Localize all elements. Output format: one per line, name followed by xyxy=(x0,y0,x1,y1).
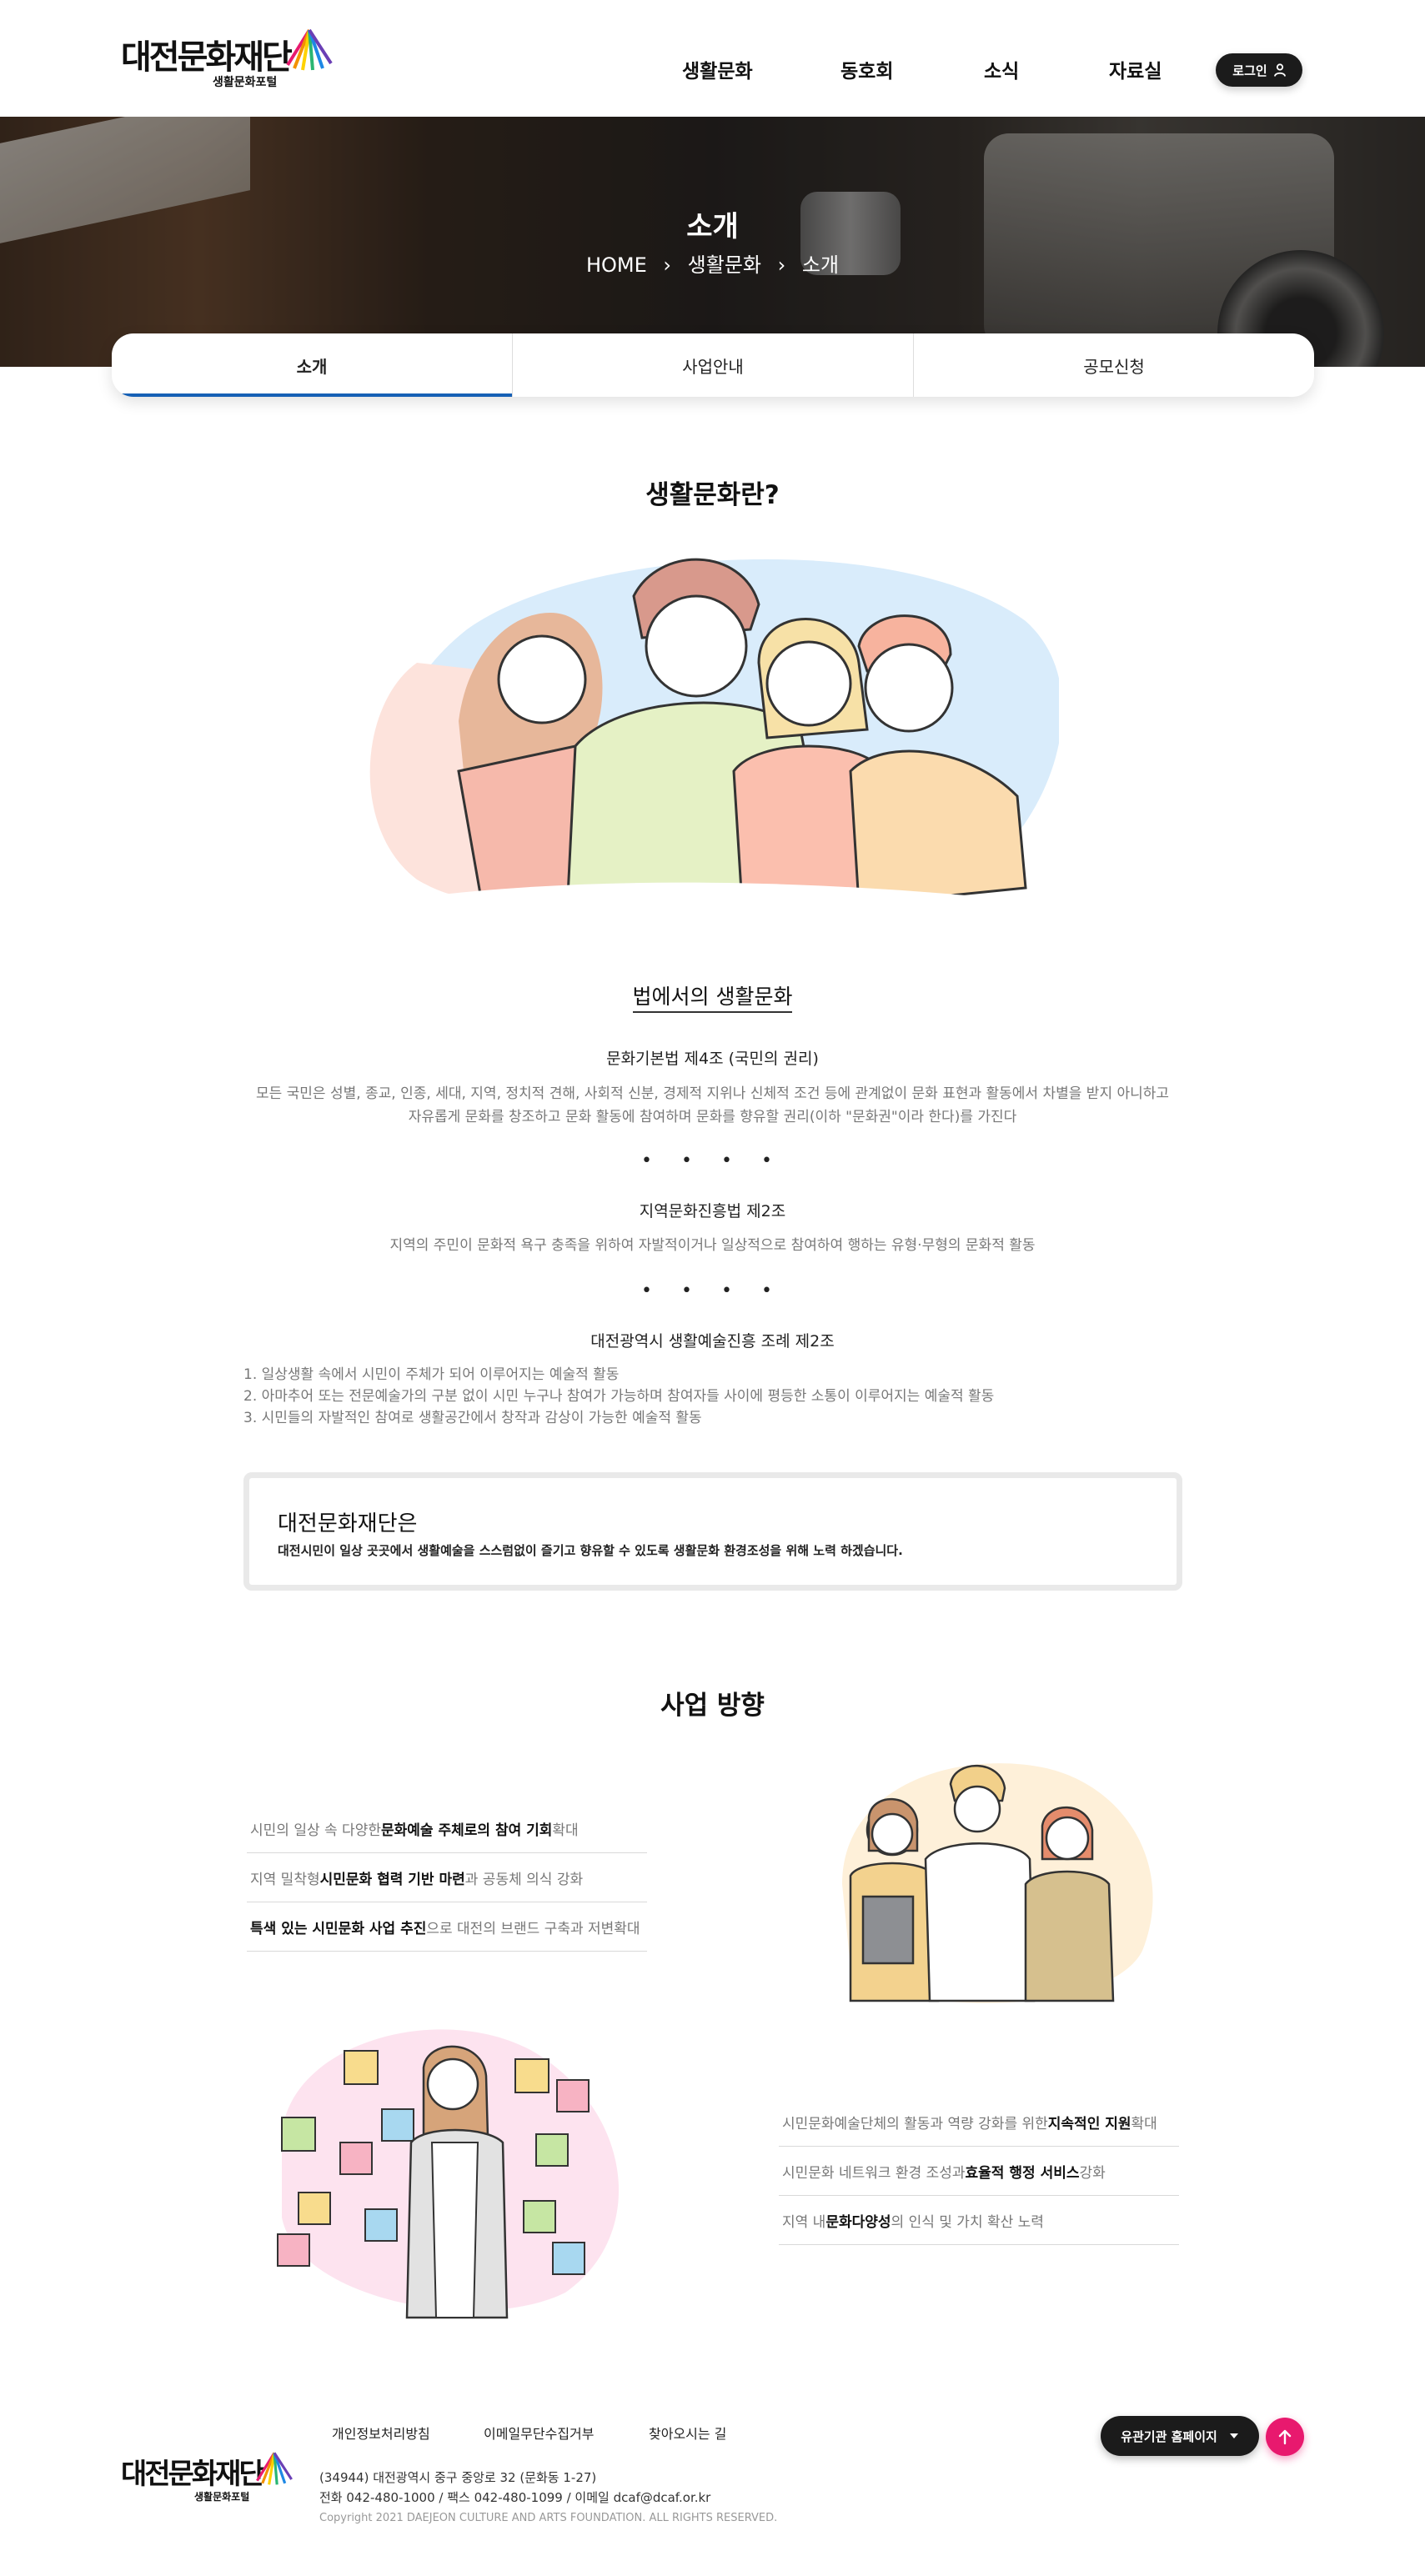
footer-info: (34944) 대전광역시 중구 중앙로 32 (문화동 1-27) 전화 04… xyxy=(319,2468,710,2508)
arrow-up-icon xyxy=(1278,2429,1292,2445)
section-title-direction: 사업 방향 xyxy=(660,1691,765,1721)
direction-item-emphasis: 특색 있는 시민문화 사업 추진 xyxy=(250,1920,427,1937)
sticky-notes-illustration xyxy=(277,2029,620,2319)
nav-item-news[interactable]: 소식 xyxy=(984,55,1019,83)
direction-item: 지역 밀착형 시민문화 협력 기반 마련 과 공동체 의식 강화 xyxy=(247,1853,647,1902)
direction-item-emphasis: 문화예술 주체로의 참여 기회 xyxy=(380,1822,553,1839)
direction-item-text: 확대 xyxy=(552,1822,579,1839)
law-text-2: 지역의 주민이 문화적 욕구 충족을 위하여 자발적이거나 일상적으로 참여하여… xyxy=(389,1237,1036,1254)
footer-link-email-policy[interactable]: 이메일무단수집거부 xyxy=(484,2423,594,2443)
direction-item-text: 과 공동체 의식 강화 xyxy=(464,1871,584,1888)
direction-item-text: 의 인식 및 가치 확산 노력 xyxy=(891,2213,1044,2231)
direction-item: 시민문화 네트워크 환경 조성과 효율적 행정 서비스 강화 xyxy=(779,2147,1179,2196)
friends-illustration xyxy=(367,558,1059,930)
page: 대전문화재단 생활문화포털 생활문화 동호회 소식 자료실 로그인 소개 HOM… xyxy=(0,0,1425,2576)
box-text: 대전시민이 일상 곳곳에서 생활예술을 스스럼없이 즐기고 향유할 수 있도록 … xyxy=(278,1543,903,1558)
direction-item-text: 지역 밀착형 xyxy=(250,1871,320,1888)
footer-link-directions[interactable]: 찾아오시는 길 xyxy=(649,2423,726,2443)
family-sites-label: 유관기관 홈페이지 xyxy=(1121,2428,1217,2444)
sub-tabs: 소개 사업안내 공모신청 xyxy=(112,333,1314,397)
law-text-1: 모든 국민은 성별, 종교, 인종, 세대, 지역, 정치적 견해, 사회적 신… xyxy=(0,1082,1425,1129)
law-text-1-line-1: 모든 국민은 성별, 종교, 인종, 세대, 지역, 정치적 견해, 사회적 신… xyxy=(255,1085,1170,1102)
direction-item-text: 시민의 일상 속 다양한 xyxy=(250,1822,381,1839)
footer-logo-subtitle: 생활문화포털 xyxy=(194,2491,250,2503)
logo-mark-icon xyxy=(286,28,333,71)
direction-list-left: 시민의 일상 속 다양한 문화예술 주체로의 참여 기회 확대 지역 밀착형 시… xyxy=(247,1804,647,1952)
tab-intro[interactable]: 소개 xyxy=(112,333,513,397)
law-section-title: 법에서의 생활문화 xyxy=(0,980,1425,1013)
foundation-message-box: 대전문화재단은 대전시민이 일상 곳곳에서 생활예술을 스스럼없이 즐기고 향유… xyxy=(243,1472,1182,1591)
chevron-right-icon: › xyxy=(663,253,672,277)
breadcrumb-current: 소개 xyxy=(801,253,840,277)
direction-item-text: 강화 xyxy=(1079,2164,1106,2182)
direction-item-text: 확대 xyxy=(1131,2115,1157,2132)
law-title-2: 지역문화진흥법 제2조 xyxy=(639,1202,786,1220)
direction-item-text: 시민문화 네트워크 환경 조성과 xyxy=(782,2164,966,2182)
direction-item: 특색 있는 시민문화 사업 추진 으로 대전의 브랜드 구축과 저변확대 xyxy=(247,1902,647,1952)
law-title-3: 대전광역시 생활예술진흥 조례 제2조 xyxy=(590,1332,835,1351)
hero-banner: 소개 HOME › 생활문화 › 소개 xyxy=(0,117,1425,367)
header: 대전문화재단 생활문화포털 생활문화 동호회 소식 자료실 로그인 xyxy=(0,0,1425,117)
nav-item-club[interactable]: 동호회 xyxy=(840,55,893,83)
breadcrumb-life-culture[interactable]: 생활문화 xyxy=(688,253,761,277)
direction-item: 시민의 일상 속 다양한 문화예술 주체로의 참여 기회 확대 xyxy=(247,1804,647,1853)
law-text-1-line-2: 자유롭게 문화를 창조하고 문화 활동에 참여하며 문화를 향유할 권리(이하 … xyxy=(408,1109,1017,1125)
page-title: 소개 xyxy=(686,210,739,243)
direction-list-right: 시민문화예술단체의 활동과 역량 강화를 위한 지속적인 지원 확대 시민문화 … xyxy=(779,2097,1179,2245)
law-section-title-text: 법에서의 생활문화 xyxy=(632,985,793,1013)
law-list-item: 2. 아마추어 또는 전문예술가의 구분 없이 시민 누구나 참여가 가능하며 … xyxy=(243,1388,995,1405)
direction-item-emphasis: 효율적 행정 서비스 xyxy=(965,2164,1080,2182)
divider-dots: • • • • xyxy=(641,1280,784,1301)
login-button[interactable]: 로그인 xyxy=(1216,53,1302,87)
nav-item-life-culture[interactable]: 생활문화 xyxy=(682,55,753,83)
family-sites-dropdown[interactable]: 유관기관 홈페이지 xyxy=(1101,2416,1259,2456)
caret-down-icon xyxy=(1229,2433,1238,2438)
law-list-item: 3. 시민들의 자발적인 참여로 생활공간에서 창작과 감상이 가능한 예술적 … xyxy=(243,1410,702,1426)
direction-item: 시민문화예술단체의 활동과 역량 강화를 위한 지속적인 지원 확대 xyxy=(779,2097,1179,2147)
footer-contact: 전화 042-480-1000 / 팩스 042-480-1099 / 이메일 … xyxy=(319,2490,711,2505)
law-title-1: 문화기본법 제4조 (국민의 권리) xyxy=(606,1050,819,1068)
law-list-item: 1. 일상생활 속에서 시민이 주체가 되어 이루어지는 예술적 활동 xyxy=(243,1366,620,1383)
footer-logo[interactable]: 대전문화재단 생활문화포털 xyxy=(121,2451,304,2509)
tab-apply[interactable]: 공모신청 xyxy=(914,333,1314,397)
direction-item-emphasis: 지속적인 지원 xyxy=(1047,2115,1131,2132)
law-list-3: 1. 일상생활 속에서 시민이 주체가 되어 이루어지는 예술적 활동 2. 아… xyxy=(243,1364,994,1429)
footer-logo-text: 대전문화재단 xyxy=(121,2458,265,2491)
scroll-top-button[interactable] xyxy=(1266,2418,1304,2456)
tab-business[interactable]: 사업안내 xyxy=(513,333,914,397)
breadcrumb-home[interactable]: HOME xyxy=(586,253,647,277)
login-label: 로그인 xyxy=(1232,63,1267,78)
direction-item-text: 시민문화예술단체의 활동과 역량 강화를 위한 xyxy=(782,2115,1048,2132)
nav-item-archive[interactable]: 자료실 xyxy=(1109,55,1162,83)
footer-link-privacy[interactable]: 개인정보처리방침 xyxy=(332,2423,430,2443)
user-icon xyxy=(1273,63,1286,77)
team-illustration xyxy=(842,1763,1153,2003)
section-title-intro: 생활문화란? xyxy=(645,480,780,510)
direction-item-text: 으로 대전의 브랜드 구축과 저변확대 xyxy=(426,1920,640,1937)
logo-subtitle: 생활문화포털 xyxy=(213,76,278,89)
breadcrumb: HOME › 생활문화 › 소개 xyxy=(0,248,1425,278)
direction-item-emphasis: 문화다양성 xyxy=(825,2213,891,2231)
direction-item-text: 지역 내 xyxy=(782,2213,826,2231)
footer-copyright: Copyright 2021 DAEJEON CULTURE AND ARTS … xyxy=(319,2512,778,2524)
chevron-right-icon: › xyxy=(777,253,786,277)
direction-item: 지역 내 문화다양성 의 인식 및 가치 확산 노력 xyxy=(779,2196,1179,2245)
box-title: 대전문화재단은 xyxy=(278,1511,418,1536)
logo-text: 대전문화재단 xyxy=(121,38,293,77)
footer-address: (34944) 대전광역시 중구 중앙로 32 (문화동 1-27) xyxy=(319,2470,597,2485)
logo[interactable]: 대전문화재단 생활문화포털 xyxy=(121,23,338,90)
direction-item-emphasis: 시민문화 협력 기반 마련 xyxy=(319,1871,465,1888)
logo-mark-icon xyxy=(256,2452,293,2485)
divider-dots: • • • • xyxy=(641,1150,784,1171)
